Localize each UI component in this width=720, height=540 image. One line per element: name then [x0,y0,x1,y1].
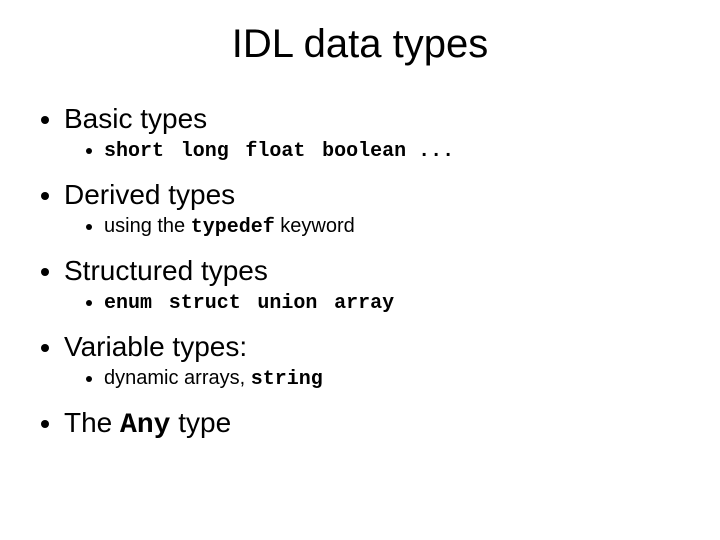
code-enum: enum [104,292,152,315]
sub-item: dynamic arrays, string [104,367,684,391]
item-label: Variable types: [64,331,247,362]
code-struct: struct [169,292,241,315]
code-array: array [334,292,394,315]
code-any: Any [120,410,170,441]
text-before: using the [104,215,191,237]
slide-title: IDL data types [36,22,684,67]
code-long: long [181,140,229,163]
item-structured-types: Structured types enum struct union array [64,255,684,315]
code-union: union [257,292,317,315]
code-typedef: typedef [191,216,275,239]
code-boolean: boolean ... [322,140,454,163]
slide: IDL data types Basic types short long fl… [0,0,720,540]
item-label-before: The [64,407,120,438]
code-short: short [104,140,164,163]
item-variable-types: Variable types: dynamic arrays, string [64,331,684,391]
sub-item: enum struct union array [104,291,684,315]
sub-item: using the typedef keyword [104,215,684,239]
item-label: Basic types [64,103,207,134]
text-before: dynamic arrays, [104,367,251,389]
code-float: float [245,140,305,163]
item-label-after: type [170,407,231,438]
sub-item: short long float boolean ... [104,139,684,163]
text-after: keyword [275,215,355,237]
item-derived-types: Derived types using the typedef keyword [64,179,684,239]
code-string: string [251,368,323,391]
item-label: Derived types [64,179,235,210]
item-basic-types: Basic types short long float boolean ... [64,103,684,163]
bullet-list: Basic types short long float boolean ...… [36,103,684,441]
item-any-type: The Any type [64,407,684,441]
item-label: Structured types [64,255,268,286]
